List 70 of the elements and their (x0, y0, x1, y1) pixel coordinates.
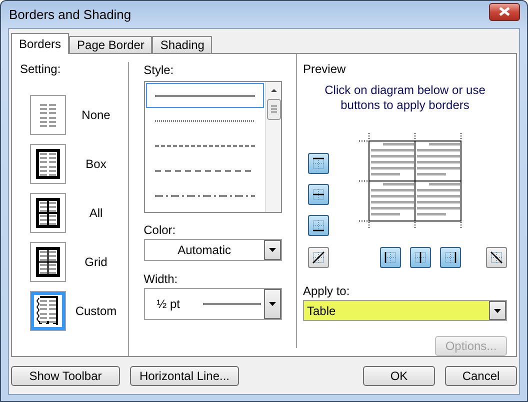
setting-swatch[interactable] (30, 94, 66, 134)
apply-to-dropdown[interactable]: Table (303, 300, 507, 321)
setting-label: All (88, 206, 104, 220)
right-border-button[interactable] (440, 247, 461, 268)
color-value: Automatic (176, 242, 232, 259)
tab[interactable]: Page Border (69, 36, 152, 53)
setting-swatch[interactable] (30, 242, 66, 282)
close-icon (499, 7, 510, 16)
setting-option[interactable]: All (20, 188, 128, 237)
dropdown-arrow-icon (269, 302, 276, 306)
top-border-icon (312, 157, 325, 170)
grid-border-setting-icon (36, 246, 60, 276)
style-list[interactable] (144, 81, 282, 213)
setting-swatch[interactable] (30, 144, 66, 184)
tab[interactable]: Shading (152, 36, 212, 53)
scroll-up-arrow-icon[interactable] (270, 89, 276, 92)
right-border-icon (444, 251, 457, 264)
diagonal-down-border-button[interactable] (486, 247, 507, 268)
setting-label: Grid (84, 254, 108, 268)
dropdown-button[interactable] (264, 289, 281, 319)
window-title: Borders and Shading (9, 7, 132, 22)
preview-instructions: Click on diagram below or use buttons to apply borders (324, 83, 486, 113)
setting-option[interactable]: Grid (20, 237, 128, 286)
dialog-button[interactable]: Horizontal Line... (130, 366, 239, 386)
line-width-sample (202, 303, 261, 305)
close-button[interactable] (489, 2, 520, 20)
width-label: Width: (144, 272, 179, 286)
scrollbar-thumb[interactable] (266, 99, 280, 120)
diagonal-up-border-button[interactable] (308, 247, 329, 268)
setting-label: None (80, 108, 112, 122)
color-label: Color: (144, 223, 177, 237)
left-border-icon (384, 251, 397, 264)
dropdown-button[interactable] (489, 301, 506, 320)
setting-label: Box (84, 156, 108, 170)
setting-swatch[interactable] (30, 290, 66, 330)
setting-option[interactable]: None (20, 90, 128, 139)
box-border-setting-icon (36, 148, 60, 178)
scrollbar[interactable] (265, 82, 281, 212)
style-label: Style: (144, 63, 175, 77)
apply-to-label: Apply to: (303, 284, 351, 298)
dropdown-button[interactable] (264, 240, 281, 260)
setting-option[interactable]: Custom (20, 286, 128, 335)
tab[interactable]: Borders (11, 33, 70, 54)
preview-label: Preview (303, 62, 347, 76)
dialog-button[interactable]: Cancel (445, 366, 517, 386)
all-border-setting-icon (36, 198, 60, 228)
diagonal-down-border-icon (490, 251, 503, 264)
dialog-button[interactable]: Show Toolbar (11, 366, 120, 386)
left-border-button[interactable] (380, 247, 401, 268)
bottom-border-button[interactable] (308, 215, 329, 236)
dropdown-arrow-icon (269, 248, 276, 252)
inside-horizontal-border-button[interactable] (308, 184, 329, 205)
width-dropdown[interactable]: ½ pt (144, 288, 282, 320)
dialog-button[interactable]: OK (363, 366, 435, 386)
dropdown-arrow-icon (494, 308, 501, 313)
setting-label: Setting: (20, 62, 62, 76)
inside-horizontal-border-icon (312, 188, 325, 201)
setting-option[interactable]: Box (20, 139, 128, 188)
setting-swatch[interactable] (30, 192, 66, 232)
custom-border-setting-icon (36, 296, 60, 326)
bottom-border-icon (312, 219, 325, 232)
diagonal-up-border-icon (312, 251, 325, 264)
inside-vertical-border-button[interactable] (410, 247, 431, 268)
setting-label: Custom (74, 304, 118, 318)
style-option[interactable] (146, 83, 264, 108)
width-value: ½ pt (156, 296, 181, 313)
color-dropdown[interactable]: Automatic (144, 239, 282, 261)
inside-vertical-border-icon (414, 251, 427, 264)
top-border-button[interactable] (308, 153, 329, 174)
apply-to-value: Table (306, 302, 337, 320)
